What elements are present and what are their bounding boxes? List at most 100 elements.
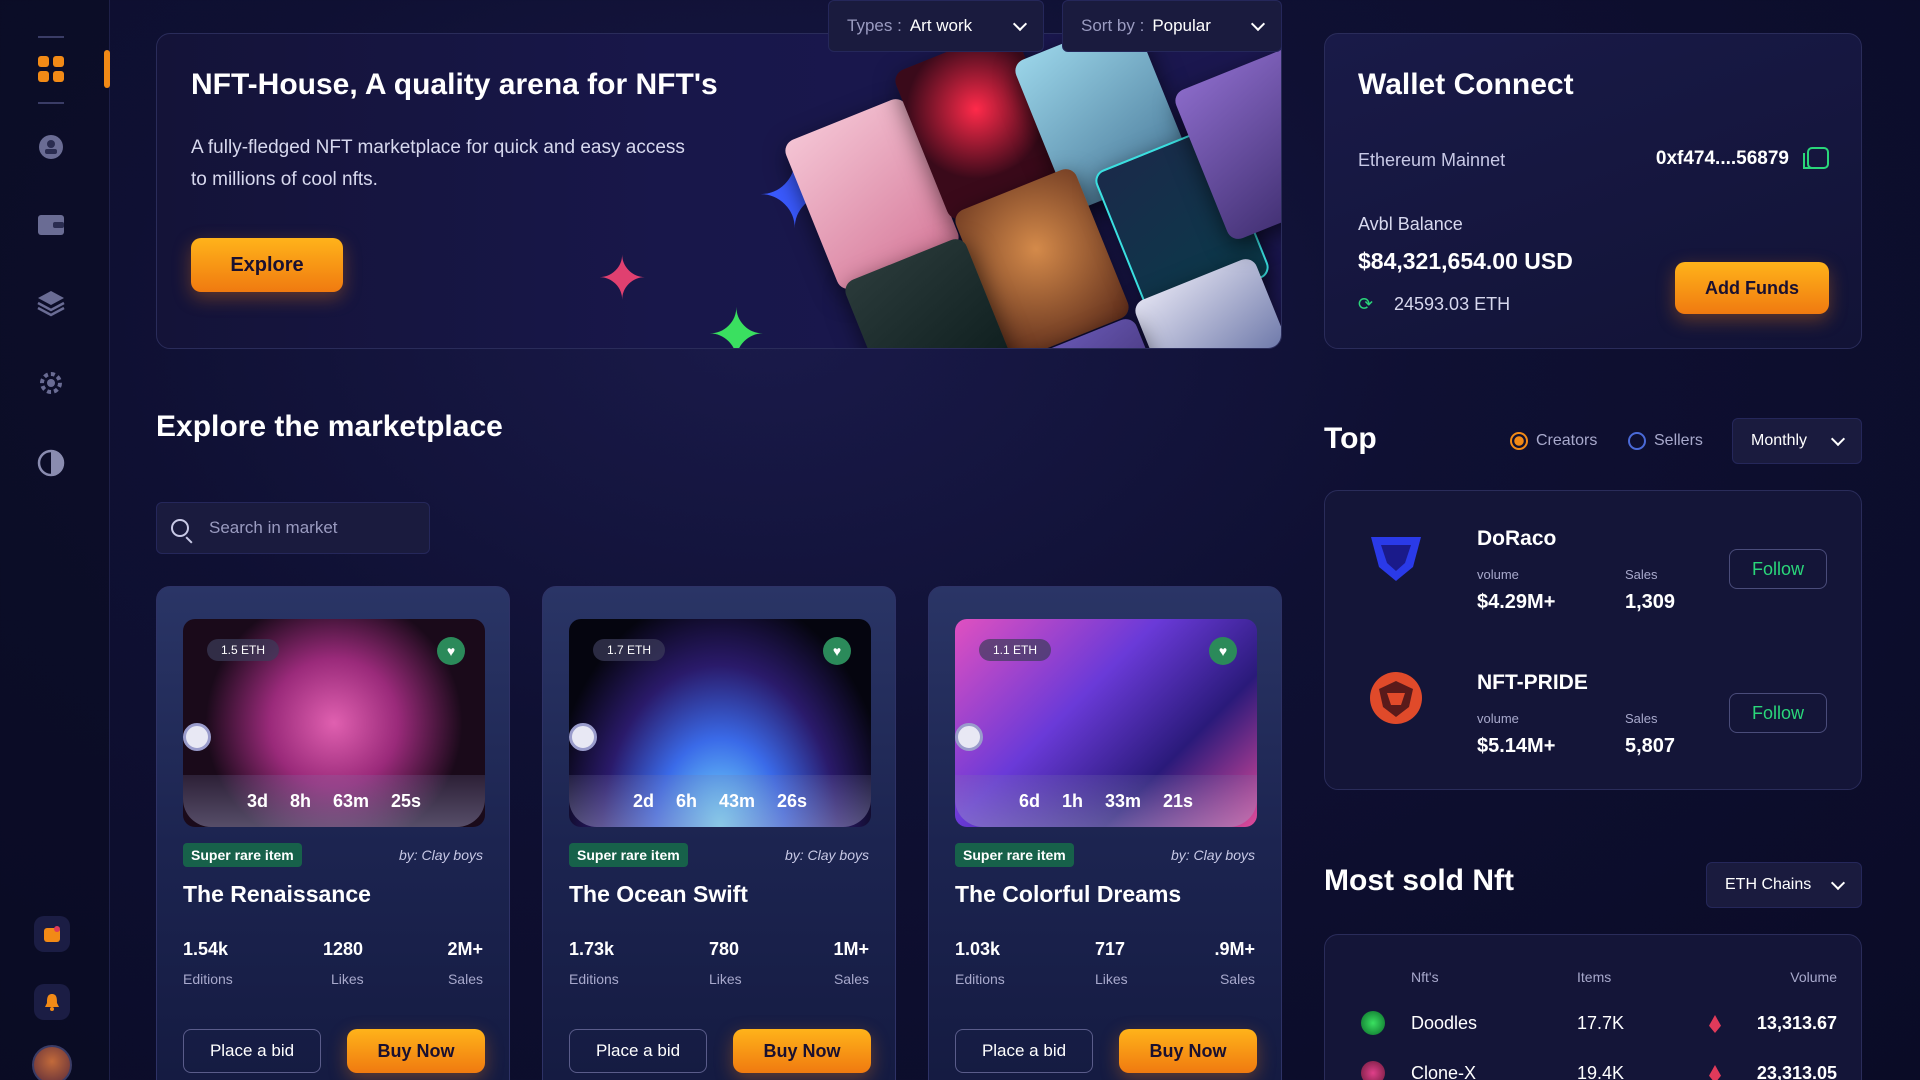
creator-name[interactable]: by: Clay boys <box>785 847 869 863</box>
hero-title: NFT-House, A quality arena for NFT's <box>191 68 718 101</box>
buy-now-button[interactable]: Buy Now <box>347 1029 485 1073</box>
heart-icon[interactable]: ♥ <box>1209 637 1237 665</box>
theme-toggle-icon[interactable] <box>34 446 68 480</box>
settings-icon[interactable] <box>34 366 68 400</box>
sales-label: Sales <box>1219 971 1255 987</box>
table-cell-items: 17.7K <box>1577 1013 1625 1033</box>
volume-label: volume <box>1477 711 1519 726</box>
clone-x-icon <box>1361 1061 1385 1080</box>
sales-label: Sales <box>447 971 483 987</box>
table-cell-name[interactable]: Clone-X <box>1411 1063 1476 1080</box>
likes-label: Likes <box>331 971 364 987</box>
table-cell-name[interactable]: Doodles <box>1411 1013 1477 1034</box>
table-cell-volume: 23,313.05 <box>1756 1063 1837 1080</box>
creator-name[interactable]: by: Clay boys <box>399 847 483 863</box>
nft-card[interactable]: 1.5 ETH ♥ 3d 8h 63m 25s Super rare item … <box>156 586 510 1080</box>
period-dropdown[interactable]: Monthly <box>1732 418 1862 464</box>
timer-days: 2d <box>632 790 654 811</box>
wallet-network: Ethereum Mainnet <box>1358 150 1506 170</box>
follow-button[interactable]: Follow <box>1729 549 1827 589</box>
add-funds-button[interactable]: Add Funds <box>1675 262 1829 314</box>
chevron-down-icon <box>1250 16 1266 31</box>
likes-label: Likes <box>1095 971 1128 987</box>
rarity-badge: Super rare item <box>955 843 1074 867</box>
wallet-icon[interactable] <box>34 208 68 242</box>
refresh-icon[interactable]: ⟳ <box>1358 294 1373 315</box>
table-header: Volume <box>1790 969 1837 985</box>
nft-image: 1.5 ETH ♥ 3d 8h 63m 25s <box>183 619 485 827</box>
countdown-timer: 2d 6h 43m 26s <box>569 775 871 827</box>
sales-value: 1,309 <box>1625 591 1676 613</box>
list-item: NFT-PRIDE volume Sales $5.14M+ 5,807 Fol… <box>1325 635 1861 765</box>
likes-value: 1280 <box>323 939 364 959</box>
countdown-timer: 3d 8h 63m 25s <box>183 775 485 827</box>
editions-value: 1.73k <box>569 939 615 959</box>
price-tag: 1.1 ETH <box>979 639 1052 661</box>
nft-card[interactable]: 1.7 ETH ♥ 2d 6h 43m 26s Super rare item … <box>542 586 896 1080</box>
creator-name[interactable]: by: Clay boys <box>1171 847 1255 863</box>
search-input[interactable] <box>209 518 419 538</box>
wallet-address: 0xf474....56879 <box>1655 148 1789 169</box>
chevron-down-icon <box>1830 875 1846 890</box>
most-sold-table: Nft's Items Volume Doodles 17.7K 13,313.… <box>1324 934 1862 1080</box>
chain-dropdown[interactable]: ETH Chains <box>1706 862 1862 908</box>
type-value: Art work <box>909 16 973 35</box>
notification-app-icon[interactable] <box>34 916 70 952</box>
likes-label: Likes <box>709 971 742 987</box>
volume-value: $5.14M+ <box>1477 735 1556 757</box>
creators-radio[interactable]: Creators <box>1510 432 1597 450</box>
sidebar-active-indicator <box>104 50 110 88</box>
heart-icon[interactable]: ♥ <box>437 637 465 665</box>
nft-image: 1.7 ETH ♥ 2d 6h 43m 26s <box>569 619 871 827</box>
nft-title: The Renaissance <box>183 881 371 907</box>
search-box <box>156 502 430 554</box>
buy-now-button[interactable]: Buy Now <box>1119 1029 1257 1073</box>
table-header: Items <box>1577 969 1612 985</box>
sales-label: Sales <box>1625 711 1658 726</box>
heart-icon[interactable]: ♥ <box>823 637 851 665</box>
creator-name[interactable]: NFT-PRIDE <box>1477 671 1588 695</box>
table-header: Nft's <box>1411 969 1439 985</box>
editions-label: Editions <box>183 971 233 987</box>
timer-seconds: 25s <box>391 790 422 811</box>
sort-dropdown[interactable]: Sort by : Popular <box>1062 0 1282 52</box>
creators-radio-label: Creators <box>1536 432 1598 449</box>
sparkle-icon: ✦ <box>707 296 766 349</box>
timer-hours: 1h <box>1061 790 1083 811</box>
eth-icon <box>1709 1065 1721 1080</box>
top-creators-list: DoRaco volume Sales $4.29M+ 1,309 Follow… <box>1324 490 1862 790</box>
place-bid-button[interactable]: Place a bid <box>955 1029 1093 1073</box>
type-label: Types : <box>847 16 902 35</box>
wallet-title: Wallet Connect <box>1358 68 1574 101</box>
sales-label: Sales <box>1625 567 1658 582</box>
sales-value: .9M+ <box>1214 939 1255 959</box>
layers-icon[interactable] <box>34 286 68 320</box>
buy-now-button[interactable]: Buy Now <box>733 1029 871 1073</box>
type-dropdown[interactable]: Types : Art work <box>828 0 1044 52</box>
follow-button[interactable]: Follow <box>1729 693 1827 733</box>
bell-icon[interactable] <box>34 984 70 1020</box>
creator-name[interactable]: DoRaco <box>1477 527 1556 551</box>
timer-seconds: 21s <box>1163 790 1194 811</box>
period-value: Monthly <box>1751 432 1808 449</box>
chevron-down-icon <box>1012 16 1028 31</box>
timer-hours: 8h <box>289 790 311 811</box>
balance-usd: $84,321,654.00 USD <box>1358 248 1573 274</box>
nft-card[interactable]: 1.1 ETH ♥ 6d 1h 33m 21s Super rare item … <box>928 586 1282 1080</box>
clock-icon <box>569 723 597 751</box>
place-bid-button[interactable]: Place a bid <box>569 1029 707 1073</box>
explore-button[interactable]: Explore <box>191 238 343 292</box>
doraco-logo-icon <box>1371 537 1421 581</box>
profile-icon[interactable] <box>34 130 68 164</box>
timer-seconds: 26s <box>777 790 808 811</box>
place-bid-button[interactable]: Place a bid <box>183 1029 321 1073</box>
clock-icon <box>955 723 983 751</box>
timer-hours: 6h <box>675 790 697 811</box>
sellers-radio[interactable]: Sellers <box>1628 432 1703 450</box>
avatar[interactable] <box>32 1045 72 1080</box>
countdown-timer: 6d 1h 33m 21s <box>955 775 1257 827</box>
sort-label: Sort by : <box>1081 16 1145 35</box>
copy-icon[interactable] <box>1803 147 1829 169</box>
timer-minutes: 33m <box>1104 790 1141 811</box>
dashboard-icon[interactable] <box>34 52 68 86</box>
